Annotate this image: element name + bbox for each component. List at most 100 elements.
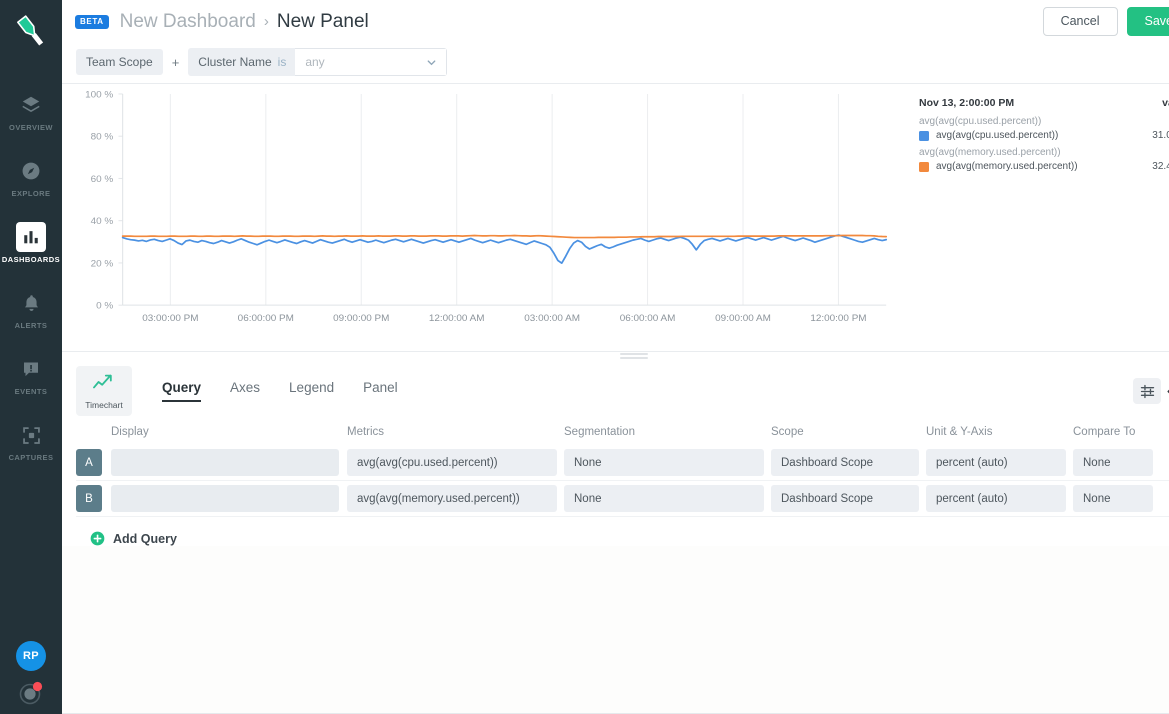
chart-svg: 0 %20 %40 %60 %80 %100 %03:00:00 PM06:00…	[62, 84, 905, 351]
svg-text:06:00:00 PM: 06:00:00 PM	[238, 313, 294, 324]
metrics-cell: avg(avg(memory.used.percent))	[347, 485, 557, 512]
scope-filter-bar: Team Scope + Cluster Name is any	[62, 43, 1169, 81]
app-root: OVERVIEW EXPLORE	[0, 0, 1169, 714]
metrics-cell: avg(avg(cpu.used.percent))	[347, 449, 557, 476]
support-icon[interactable]	[17, 678, 45, 706]
resize-handle[interactable]	[620, 353, 648, 360]
query-badge-cell: B	[76, 485, 104, 512]
compare-to-select[interactable]: None	[1073, 485, 1153, 512]
svg-text:20 %: 20 %	[91, 259, 114, 270]
filter-key-text: Cluster Name	[198, 55, 271, 69]
visualization-type-button[interactable]: Timechart	[76, 366, 132, 416]
legend-series-name: avg(avg(memory.used.percent))	[936, 161, 1078, 172]
scope-cell: Dashboard Scope	[771, 485, 919, 512]
query-table: Display Metrics Segmentation Scope Unit …	[62, 419, 1169, 546]
editor-tabs-row: Timechart Query Axes Legend Panel	[62, 363, 1169, 419]
add-query-button[interactable]: Add Query	[76, 517, 1169, 546]
team-scope-chip[interactable]: Team Scope	[76, 49, 163, 75]
avatar[interactable]: RP	[16, 641, 46, 671]
svg-text:06:00:00 AM: 06:00:00 AM	[620, 313, 676, 324]
chart-canvas: 0 %20 %40 %60 %80 %100 %03:00:00 PM06:00…	[62, 84, 905, 351]
sidebar-item-label: EXPLORE	[12, 189, 51, 198]
query-badge[interactable]: A	[76, 449, 102, 476]
svg-text:12:00:00 AM: 12:00:00 AM	[429, 313, 485, 324]
add-query-label: Add Query	[113, 532, 177, 546]
legend-color-swatch	[919, 131, 929, 141]
unit-select[interactable]: percent (auto)	[926, 485, 1066, 512]
compare-to-cell: None	[1073, 449, 1153, 476]
legend-item-left: avg(avg(cpu.used.percent))	[919, 130, 1058, 141]
filter-key-label[interactable]: Cluster Name is	[188, 48, 295, 76]
sidebar-item-explore[interactable]: EXPLORE	[0, 146, 62, 208]
trend-arrow-icon	[92, 372, 116, 397]
display-input[interactable]	[111, 449, 339, 476]
chart-legend: Nov 13, 2:00:00 PM value avg(avg(cpu.use…	[905, 84, 1169, 351]
tab-query[interactable]: Query	[162, 381, 201, 401]
metrics-input[interactable]: avg(avg(memory.used.percent))	[347, 485, 557, 512]
svg-text:12:00:00 PM: 12:00:00 PM	[810, 313, 866, 324]
segmentation-select[interactable]: None	[564, 449, 764, 476]
sidebar-item-overview[interactable]: OVERVIEW	[0, 80, 62, 142]
tab-legend[interactable]: Legend	[289, 381, 334, 401]
sidebar-item-alerts[interactable]: ALERTS	[0, 278, 62, 340]
segmentation-cell: None	[564, 485, 764, 512]
plus-circle-icon	[90, 531, 105, 546]
bell-icon	[16, 288, 46, 318]
query-badge-cell: A	[76, 449, 104, 476]
speech-bubble-alert-icon	[16, 354, 46, 384]
column-header-segmentation: Segmentation	[564, 426, 764, 438]
sidebar-item-captures[interactable]: CAPTURES	[0, 410, 62, 472]
column-header-display: Display	[111, 426, 339, 438]
unit-cell: percent (auto)	[926, 485, 1066, 512]
save-button[interactable]: Save	[1127, 7, 1169, 36]
scope-select[interactable]: Dashboard Scope	[771, 449, 919, 476]
svg-text:09:00:00 AM: 09:00:00 AM	[715, 313, 771, 324]
display-cell	[111, 485, 339, 512]
bar-chart-icon	[16, 222, 46, 252]
timechart[interactable]: 0 %20 %40 %60 %80 %100 %03:00:00 PM06:00…	[62, 84, 905, 351]
tab-panel[interactable]: Panel	[363, 381, 398, 401]
sidebar-item-label: ALERTS	[15, 321, 48, 330]
sidebar-item-label: EVENTS	[15, 387, 48, 396]
legend-series-value: 32.45 %	[1152, 161, 1169, 172]
legend-color-swatch	[919, 162, 929, 172]
unit-cell: percent (auto)	[926, 449, 1066, 476]
legend-group: avg(avg(cpu.used.percent)) avg(avg(cpu.u…	[919, 116, 1169, 141]
column-header-scope: Scope	[771, 426, 919, 438]
segmentation-cell: None	[564, 449, 764, 476]
query-badge[interactable]: B	[76, 485, 102, 512]
compare-to-select[interactable]: None	[1073, 449, 1153, 476]
table-row: A avg(avg(cpu.used.percent)) None Dashbo…	[76, 445, 1169, 480]
sliders-icon[interactable]	[1133, 378, 1161, 404]
unit-select[interactable]: percent (auto)	[926, 449, 1066, 476]
sidebar-item-dashboards[interactable]: DASHBOARDS	[0, 212, 62, 274]
segmentation-select[interactable]: None	[564, 485, 764, 512]
chevron-down-icon	[426, 57, 437, 68]
crosshair-frame-icon	[16, 420, 46, 450]
metrics-input[interactable]: avg(avg(cpu.used.percent))	[347, 449, 557, 476]
legend-item[interactable]: avg(avg(cpu.used.percent)) 31.04 %	[919, 130, 1169, 141]
add-filter-button[interactable]: +	[172, 55, 180, 70]
filter-value-select[interactable]: any	[295, 48, 447, 76]
svg-text:03:00:00 PM: 03:00:00 PM	[142, 313, 198, 324]
breadcrumb-separator: ›	[264, 13, 269, 30]
filter-value-placeholder: any	[305, 55, 324, 69]
scope-select[interactable]: Dashboard Scope	[771, 485, 919, 512]
legend-item[interactable]: avg(avg(memory.used.percent)) 32.45 %	[919, 161, 1169, 172]
sidebar-item-events[interactable]: EVENTS	[0, 344, 62, 406]
visualization-type-label: Timechart	[85, 400, 122, 410]
tab-axes[interactable]: Axes	[230, 381, 260, 401]
svg-text:40 %: 40 %	[91, 216, 114, 227]
code-brackets-icon[interactable]	[1161, 378, 1169, 404]
page-title: New Panel	[277, 11, 369, 33]
beta-badge: BETA	[75, 15, 109, 29]
display-input[interactable]	[111, 485, 339, 512]
compass-icon	[16, 156, 46, 186]
breadcrumb-dashboard[interactable]: New Dashboard	[120, 11, 256, 33]
column-header-metrics: Metrics	[347, 426, 557, 438]
legend-group: avg(avg(memory.used.percent)) avg(avg(me…	[919, 147, 1169, 172]
scope-cell: Dashboard Scope	[771, 449, 919, 476]
sysdig-logo[interactable]	[8, 8, 54, 54]
cluster-name-filter: Cluster Name is any	[188, 48, 447, 76]
cancel-button[interactable]: Cancel	[1043, 7, 1118, 36]
